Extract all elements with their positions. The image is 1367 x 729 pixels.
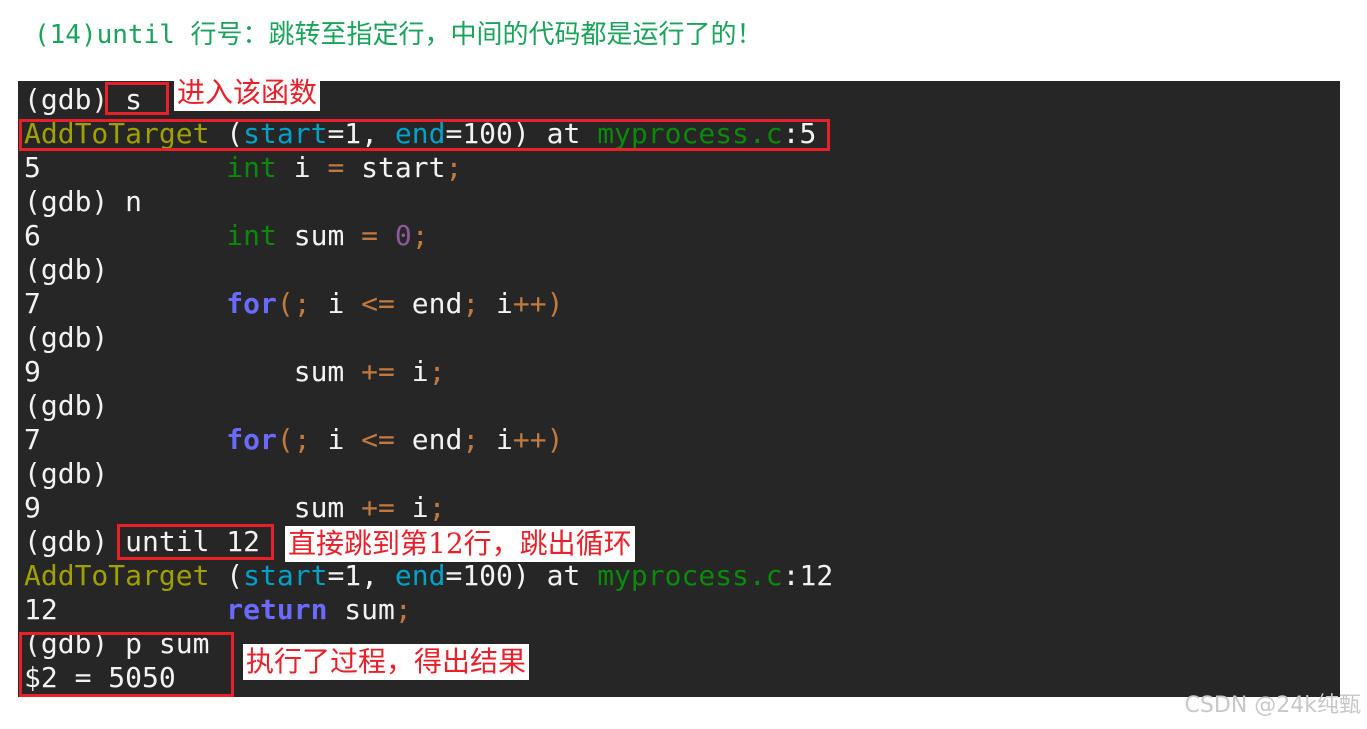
terminal-line: 9 sum += i; (24, 355, 833, 389)
token: 0 (394, 219, 412, 252)
token: 9 sum (24, 355, 362, 388)
token: (gdb) (24, 321, 109, 354)
token: i (479, 287, 513, 320)
terminal-line: 12 return sum; (24, 593, 833, 627)
token: = (361, 219, 379, 252)
token: =100) at (445, 559, 598, 592)
token: 6 (24, 219, 227, 252)
token: ; (462, 287, 480, 320)
token: (gdb) n (24, 185, 143, 218)
token: sum (276, 219, 362, 252)
token: += (361, 355, 395, 388)
token: 12 (24, 593, 227, 626)
token: sum (327, 593, 395, 626)
token: = (327, 151, 345, 184)
token: ; (462, 423, 480, 456)
token: for (226, 423, 277, 456)
token: ++) (512, 287, 564, 320)
token: <= (361, 423, 395, 456)
token: <= (361, 287, 395, 320)
highlight-box-print-result (19, 632, 234, 697)
token: start (243, 559, 328, 592)
section-title: (14)until 行号：跳转至指定行，中间的代码都是运行了的！ (34, 20, 763, 50)
token: ; (394, 593, 412, 626)
token: i (394, 491, 429, 524)
token: += (361, 491, 395, 524)
annotation-until: 直接跳到第12行，跳出循环 (285, 526, 635, 562)
token: return (226, 593, 328, 626)
token: start (344, 151, 446, 184)
token: ++) (512, 423, 564, 456)
token: (gdb) (24, 457, 109, 490)
token: int (226, 219, 277, 252)
token: ; (428, 491, 446, 524)
token: ; (411, 219, 429, 252)
highlight-box-step-command (105, 82, 169, 115)
token: 5 (24, 151, 227, 184)
terminal-line: AddToTarget (start=1, end=100) at myproc… (24, 559, 833, 593)
token: AddToTarget (24, 559, 210, 592)
terminal-line: (gdb) n (24, 185, 833, 219)
terminal-line: 5 int i = start; (24, 151, 833, 185)
token: 9 sum (24, 491, 362, 524)
terminal-line: (gdb) (24, 321, 833, 355)
token: for (226, 287, 277, 320)
token: :12 (782, 559, 834, 592)
token: =1, (327, 559, 395, 592)
token: myprocess.c (597, 559, 783, 592)
terminal-line: 9 sum += i; (24, 491, 833, 525)
token: i (310, 287, 362, 320)
token: end (394, 287, 463, 320)
annotation-step-into: 进入该函数 (174, 75, 321, 111)
terminal-output: (gdb) s AddToTarget (start=1, end=100) at… (24, 83, 833, 695)
highlight-box-until-command (117, 524, 274, 560)
token: ; (428, 355, 446, 388)
token: (gdb) (24, 389, 109, 422)
gdb-terminal: (gdb) s AddToTarget (start=1, end=100) at… (18, 81, 1340, 697)
token: 7 (24, 423, 227, 456)
terminal-line: 7 for(; i <= end; i++) (24, 287, 833, 321)
token: i (394, 355, 429, 388)
token: end (394, 423, 463, 456)
token: (gdb) (24, 253, 109, 286)
terminal-line: (gdb) (24, 457, 833, 491)
token: ( (209, 559, 244, 592)
watermark: CSDN @24k纯甄 (1184, 693, 1361, 718)
token: i (276, 151, 328, 184)
token: 7 (24, 287, 227, 320)
terminal-line: 7 for(; i <= end; i++) (24, 423, 833, 457)
token: i (310, 423, 362, 456)
terminal-line: 6 int sum = 0; (24, 219, 833, 253)
token: (; (276, 287, 311, 320)
token: end (394, 559, 446, 592)
highlight-box-frame-info (19, 119, 830, 151)
terminal-line: (gdb) (24, 253, 833, 287)
token: (; (276, 423, 311, 456)
token: ; (445, 151, 463, 184)
token: int (226, 151, 277, 184)
terminal-line: (gdb) (24, 389, 833, 423)
annotation-result: 执行了过程，得出结果 (243, 644, 530, 680)
token: i (479, 423, 513, 456)
